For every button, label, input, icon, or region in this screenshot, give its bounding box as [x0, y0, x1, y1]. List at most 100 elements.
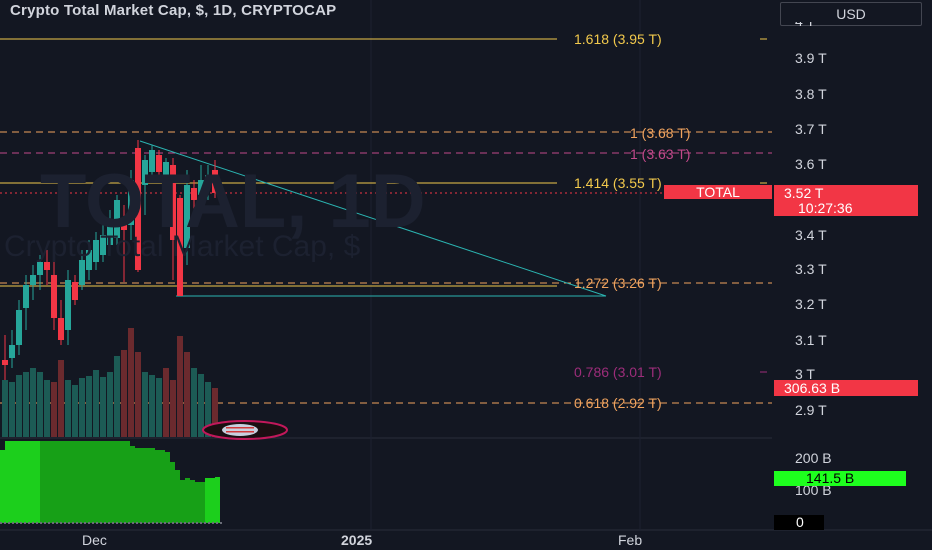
- volume-bar: [114, 356, 120, 437]
- volume-bar: [16, 375, 22, 437]
- indicator-bar: [50, 441, 55, 523]
- indicator-bar: [75, 441, 80, 523]
- indicator-bar: [110, 441, 115, 523]
- candle-body: [23, 285, 29, 308]
- volume-bar: [170, 380, 176, 437]
- indicator-bar: [20, 441, 25, 523]
- indicator-bar: [15, 441, 20, 523]
- price-tick-3.3: 3.3 T: [795, 261, 827, 277]
- indicator-bar: [175, 470, 180, 523]
- volume-bar: [58, 360, 64, 437]
- indicator-bar: [5, 441, 10, 523]
- volume-bar: [2, 380, 8, 437]
- volume-bar: [72, 385, 78, 437]
- indicator-bar: [130, 446, 135, 523]
- chart-canvas[interactable]: [0, 0, 932, 550]
- volume-bar: [142, 372, 148, 437]
- indicator-bar: [95, 441, 100, 523]
- indicator-bar: [180, 480, 185, 523]
- volume-bar: [93, 370, 99, 437]
- flag-icon: [222, 424, 258, 436]
- volume-bar: [51, 382, 57, 437]
- indicator-bar: [145, 448, 150, 523]
- indicator-bar: [160, 450, 165, 523]
- time-label-feb: Feb: [618, 532, 643, 548]
- volume-bar: [156, 378, 162, 437]
- symbol-tag[interactable]: TOTAL: [664, 185, 772, 199]
- indicator-zero-tag: 0: [774, 515, 824, 530]
- indicator-bar: [35, 441, 40, 523]
- candle-body: [65, 280, 71, 330]
- price-tick-3.8: 3.8 T: [795, 86, 827, 102]
- indicator-bar: [205, 478, 210, 523]
- indicator-bar: [185, 478, 190, 523]
- volume-bar: [30, 368, 36, 437]
- time-label-dec: Dec: [82, 532, 107, 548]
- indicator-bar: [150, 448, 155, 523]
- price-tick-3.7: 3.7 T: [795, 121, 827, 137]
- candle-body: [16, 310, 22, 345]
- indicator-bar: [215, 477, 220, 523]
- indicator-bar: [140, 448, 145, 523]
- candle-body: [30, 275, 36, 285]
- volume-bar: [79, 378, 85, 437]
- candle-body: [51, 275, 57, 318]
- flag-stripe: [226, 427, 254, 429]
- fib-label-1-lower[interactable]: 1 (3.63 T): [630, 146, 690, 162]
- indicator-bar: [190, 480, 195, 523]
- indicator-bar: [0, 450, 5, 523]
- indicator-bar: [125, 441, 130, 523]
- volume-bar: [100, 377, 106, 437]
- price-tick-3.2: 3.2 T: [795, 296, 827, 312]
- price-tick-3.4: 3.4 T: [795, 227, 827, 243]
- candle-body: [2, 360, 8, 365]
- candle-body: [58, 318, 64, 340]
- price-tick-3.9: 3.9 T: [795, 50, 827, 66]
- indicator-bar: [25, 441, 30, 523]
- volume-tick-200b: 200 B: [795, 450, 832, 466]
- indicator-bar: [115, 441, 120, 523]
- indicator-bar: [10, 441, 15, 523]
- candle-body: [9, 345, 15, 358]
- price-tag[interactable]: 3.52 T: [774, 185, 918, 201]
- fib-label-1-upper[interactable]: 1 (3.68 T): [630, 125, 690, 141]
- indicator-bar: [155, 450, 160, 523]
- indicator-bar: [65, 441, 70, 523]
- fib-label-0618[interactable]: 0.618 (2.92 T): [574, 395, 662, 411]
- indicator-bar: [85, 441, 90, 523]
- name-watermark: Crypto Total Market Cap, $: [4, 230, 361, 263]
- volume-bar: [9, 382, 15, 437]
- indicator-bar: [80, 441, 85, 523]
- indicator-bar: [90, 441, 95, 523]
- indicator-bar: [100, 441, 105, 523]
- indicator-bar: [60, 441, 65, 523]
- indicator-bar: [210, 478, 215, 523]
- countdown-tag: 10:27:36: [774, 200, 918, 216]
- volume-bar: [121, 350, 127, 437]
- indicator-bar: [195, 482, 200, 523]
- indicator-bar: [135, 448, 140, 523]
- indicator-bar: [165, 452, 170, 523]
- price-tick-3.6: 3.6 T: [795, 156, 827, 172]
- flag-stripe: [226, 431, 254, 433]
- fib-label-1272[interactable]: 1.272 (3.26 T): [574, 275, 662, 291]
- volume-bar: [44, 380, 50, 437]
- indicator-bar: [200, 482, 205, 523]
- volume-bar: [107, 372, 113, 437]
- volume-tag: 306.63 B: [774, 380, 918, 396]
- price-tick-2.9: 2.9 T: [795, 402, 827, 418]
- volume-bar: [128, 328, 134, 437]
- volume-bar: [184, 352, 190, 437]
- chart-title[interactable]: Crypto Total Market Cap, $, 1D, CRYPTOCA…: [10, 2, 336, 19]
- volume-bar: [149, 375, 155, 437]
- volume-bar: [135, 352, 141, 437]
- volume-bar: [86, 376, 92, 437]
- price-tick-3.1: 3.1 T: [795, 332, 827, 348]
- volume-bar: [177, 336, 183, 437]
- volume-bar: [163, 368, 169, 437]
- fib-label-1414[interactable]: 1.414 (3.55 T): [574, 175, 662, 191]
- indicator-bar: [170, 462, 175, 523]
- time-label-2025: 2025: [341, 532, 373, 548]
- fib-label-0786[interactable]: 0.786 (3.01 T): [574, 364, 662, 380]
- fib-label-1618[interactable]: 1.618 (3.95 T): [574, 31, 662, 47]
